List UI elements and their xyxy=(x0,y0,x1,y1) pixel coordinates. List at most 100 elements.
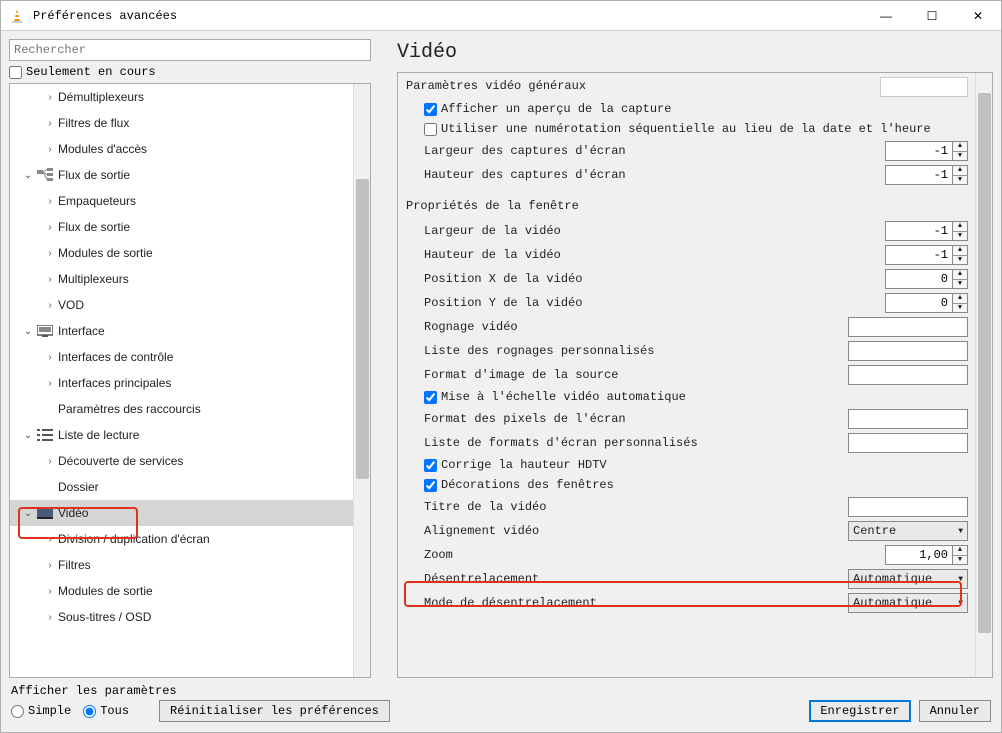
tree-item-modules-de-sortie[interactable]: ›Modules de sortie xyxy=(10,578,370,604)
src-aspect-input[interactable] xyxy=(848,365,968,385)
crop-list-input[interactable] xyxy=(848,341,968,361)
chevron-right-icon[interactable]: › xyxy=(42,118,58,129)
settings-scroll-thumb[interactable] xyxy=(978,93,991,633)
reset-button[interactable]: Réinitialiser les préférences xyxy=(159,700,390,722)
tree-item-d-couverte-de-services[interactable]: ›Découverte de services xyxy=(10,448,370,474)
cancel-button[interactable]: Annuler xyxy=(919,700,991,722)
pos-x-spin[interactable]: ▲▼ xyxy=(885,269,968,289)
tree-item-interfaces-de-contr-le[interactable]: ›Interfaces de contrôle xyxy=(10,344,370,370)
tree-item-modules-d-acc-s[interactable]: ›Modules d'accès xyxy=(10,136,370,162)
custom-formats-row: Liste de formats d'écran personnalisés xyxy=(424,431,968,455)
maximize-button[interactable]: ☐ xyxy=(909,1,955,31)
tree-item-empaqueteurs[interactable]: ›Empaqueteurs xyxy=(10,188,370,214)
spin-down-icon[interactable]: ▼ xyxy=(953,152,967,161)
tree-item-param-tres-des-raccourcis[interactable]: Paramètres des raccourcis xyxy=(10,396,370,422)
only-current-check[interactable] xyxy=(9,66,22,79)
crop-list-row: Liste des rognages personnalisés xyxy=(424,339,968,363)
chevron-right-icon[interactable]: › xyxy=(42,92,58,103)
all-radio[interactable]: Tous xyxy=(83,704,129,718)
cap-w-spin[interactable]: ▲▼ xyxy=(885,141,968,161)
window-buttons: — ☐ ✕ xyxy=(863,1,1001,31)
chevron-down-icon: ▼ xyxy=(958,599,963,608)
tree-item-vod[interactable]: ›VOD xyxy=(10,292,370,318)
chevron-right-icon[interactable]: › xyxy=(42,586,58,597)
cap-h-spin[interactable]: ▲▼ xyxy=(885,165,968,185)
tree-item-vid-o[interactable]: ⌄Vidéo xyxy=(10,500,370,526)
search-input[interactable] xyxy=(9,39,371,61)
clipped-input[interactable] xyxy=(880,77,968,97)
settings-tree[interactable]: ›Démultiplexeurs›Filtres de flux›Modules… xyxy=(9,83,371,678)
pix-aspect-row: Format des pixels de l'écran xyxy=(424,407,968,431)
pos-y-spin[interactable]: ▲▼ xyxy=(885,293,968,313)
tree-label: Démultiplexeurs xyxy=(58,90,144,104)
tree-label: Liste de lecture xyxy=(58,428,139,442)
vid-h-spin[interactable]: ▲▼ xyxy=(885,245,968,265)
hdtv-fix-row[interactable]: Corrige la hauteur HDTV xyxy=(424,455,968,475)
chevron-down-icon: ▼ xyxy=(958,575,963,584)
tree-item-dossier[interactable]: Dossier xyxy=(10,474,370,500)
seq-num-row[interactable]: Utiliser une numérotation séquentielle a… xyxy=(424,119,968,139)
title-row: Titre de la vidéo xyxy=(424,495,968,519)
close-button[interactable]: ✕ xyxy=(955,1,1001,31)
chevron-down-icon[interactable]: ⌄ xyxy=(20,326,36,337)
chevron-right-icon[interactable]: › xyxy=(42,352,58,363)
crop-input[interactable] xyxy=(848,317,968,337)
autoscale-check[interactable] xyxy=(424,391,437,404)
chevron-right-icon[interactable]: › xyxy=(42,300,58,311)
autoscale-row[interactable]: Mise à l'échelle vidéo automatique xyxy=(424,387,968,407)
deint-mode-combo[interactable]: Automatique▼ xyxy=(848,593,968,613)
chevron-right-icon[interactable]: › xyxy=(42,534,58,545)
save-button[interactable]: Enregistrer xyxy=(809,700,910,722)
chevron-right-icon[interactable]: › xyxy=(42,456,58,467)
simple-radio[interactable]: Simple xyxy=(11,704,71,718)
minimize-button[interactable]: — xyxy=(863,1,909,31)
chevron-right-icon[interactable]: › xyxy=(42,612,58,623)
chevron-right-icon[interactable]: › xyxy=(42,248,58,259)
chevron-right-icon[interactable]: › xyxy=(42,378,58,389)
tree-item-flux-de-sortie[interactable]: ⌄ Flux de sortie xyxy=(10,162,370,188)
tree-item-flux-de-sortie[interactable]: ›Flux de sortie xyxy=(10,214,370,240)
tree-item-filtres-de-flux[interactable]: ›Filtres de flux xyxy=(10,110,370,136)
align-combo[interactable]: Centre▼ xyxy=(848,521,968,541)
cap-w-row: Largeur des captures d'écran▲▼ xyxy=(424,139,968,163)
deint-combo[interactable]: Automatique▼ xyxy=(848,569,968,589)
tree-item-multiplexeurs[interactable]: ›Multiplexeurs xyxy=(10,266,370,292)
only-current-checkbox[interactable]: Seulement en cours xyxy=(9,65,387,79)
tree-item-filtres[interactable]: ›Filtres xyxy=(10,552,370,578)
seq-num-check[interactable] xyxy=(424,123,437,136)
title-input[interactable] xyxy=(848,497,968,517)
custom-formats-input[interactable] xyxy=(848,433,968,453)
chevron-down-icon[interactable]: ⌄ xyxy=(20,430,36,441)
tree-scrollbar[interactable] xyxy=(353,84,370,677)
tree-item-d-multiplexeurs[interactable]: ›Démultiplexeurs xyxy=(10,84,370,110)
spin-up-icon[interactable]: ▲ xyxy=(953,142,967,152)
vlc-cone-icon xyxy=(9,8,25,24)
chevron-down-icon[interactable]: ⌄ xyxy=(20,170,36,181)
pix-aspect-input[interactable] xyxy=(848,409,968,429)
hdtv-fix-check[interactable] xyxy=(424,459,437,472)
settings-scrollbar[interactable] xyxy=(975,73,992,677)
tree-item-interfaces-principales[interactable]: ›Interfaces principales xyxy=(10,370,370,396)
chevron-right-icon[interactable]: › xyxy=(42,274,58,285)
tree-item-interface[interactable]: ⌄Interface xyxy=(10,318,370,344)
tree-item-liste-de-lecture[interactable]: ⌄ Liste de lecture xyxy=(10,422,370,448)
vid-w-spin[interactable]: ▲▼ xyxy=(885,221,968,241)
chevron-right-icon[interactable]: › xyxy=(42,144,58,155)
align-row: Alignement vidéoCentre▼ xyxy=(424,519,968,543)
tree-label: Flux de sortie xyxy=(58,168,130,182)
chevron-right-icon[interactable]: › xyxy=(42,222,58,233)
chevron-right-icon[interactable]: › xyxy=(42,560,58,571)
decorations-check[interactable] xyxy=(424,479,437,492)
show-preview-check[interactable] xyxy=(424,103,437,116)
tree-item-modules-de-sortie[interactable]: ›Modules de sortie xyxy=(10,240,370,266)
tree-scroll-thumb[interactable] xyxy=(356,179,369,479)
tree-item-division-duplication-d-cran[interactable]: ›Division / duplication d'écran xyxy=(10,526,370,552)
tree-item-sous-titres-osd[interactable]: ›Sous-titres / OSD xyxy=(10,604,370,630)
zoom-spin[interactable]: ▲▼ xyxy=(885,545,968,565)
only-current-label: Seulement en cours xyxy=(26,65,156,79)
chevron-right-icon[interactable]: › xyxy=(42,196,58,207)
chevron-down-icon[interactable]: ⌄ xyxy=(20,508,36,519)
show-preview-row[interactable]: Afficher un aperçu de la capture xyxy=(424,99,968,119)
decorations-row[interactable]: Décorations des fenêtres xyxy=(424,475,968,495)
section-title: Vidéo xyxy=(397,39,993,72)
